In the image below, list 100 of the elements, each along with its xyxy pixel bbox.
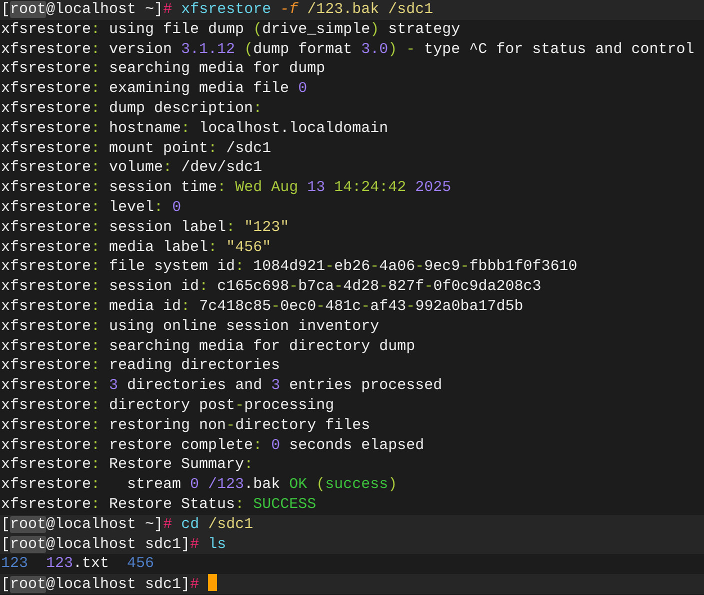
terminal-text: xfsrestore: [1, 338, 92, 355]
terminal-text: 3: [109, 377, 118, 394]
terminal-text: :: [226, 218, 236, 236]
terminal-text: [: [1, 516, 10, 533]
terminal-text: :: [91, 140, 100, 157]
terminal-text: xfsrestore: [1, 218, 92, 236]
terminal-text: :: [154, 198, 164, 216]
terminal-text: :: [91, 80, 100, 98]
terminal-text: xfsrestore: [181, 1, 272, 18]
terminal-text: -: [460, 258, 470, 276]
terminal-text: entries processed: [288, 377, 442, 394]
terminal-text: :: [181, 120, 190, 137]
terminal-text: xfsrestore: [1, 159, 92, 176]
terminal-text: xfsrestore: [1, 476, 92, 494]
terminal-text: :: [91, 436, 100, 454]
terminal-text: 0ec0: [280, 298, 316, 315]
terminal-text: :: [91, 258, 100, 276]
terminal-text: :: [235, 258, 244, 276]
terminal-text: :: [91, 318, 100, 335]
terminal-text: /sdc1: [225, 140, 272, 157]
terminal-text: -f: [279, 1, 298, 18]
terminal-text: -: [406, 298, 416, 315]
terminal-text: root: [10, 536, 46, 553]
terminal-text: -: [415, 258, 424, 276]
terminal-text: "123": [244, 218, 290, 236]
terminal-text: xfsrestore: [1, 258, 92, 276]
terminal-text: :: [91, 416, 100, 434]
terminal-text: 827f: [388, 278, 424, 296]
terminal-text: xfsrestore: [1, 238, 92, 256]
terminal-text: mount point: [108, 140, 208, 157]
terminal-text: processing: [244, 396, 334, 414]
terminal-text: 9ec9: [424, 258, 460, 276]
terminal-text: :: [91, 396, 100, 414]
terminal-text: searching media for directory dump: [108, 338, 416, 355]
terminal-text: xfsrestore: [1, 60, 92, 78]
terminal-text: "456": [226, 238, 272, 256]
terminal-text: xfsrestore: [1, 436, 92, 454]
terminal-text: session time: [108, 179, 218, 196]
terminal-text: :: [91, 20, 100, 38]
terminal-text: af43: [370, 298, 406, 315]
terminal-text: -: [370, 258, 380, 276]
terminal-text: searching media for dump: [108, 60, 326, 78]
terminal-text: b7ca: [298, 278, 334, 296]
terminal-text: volume: [108, 159, 164, 176]
terminal-text: media id: [108, 298, 182, 315]
terminal-text: 3.0: [361, 40, 388, 58]
terminal-text: 14:24:42: [333, 179, 408, 196]
terminal-text: level: [108, 198, 154, 216]
terminal-text: drive_simple: [262, 20, 370, 38]
terminal-text: (: [252, 20, 262, 38]
terminal-text: directory files: [235, 416, 370, 434]
terminal-text: :: [244, 456, 254, 474]
terminal-text: xfsrestore: [1, 377, 92, 394]
terminal-text: 456: [127, 555, 154, 572]
terminal-text: (: [315, 476, 326, 494]
terminal-text: xfsrestore: [1, 318, 92, 335]
terminal-text: /123.bak /sdc1: [306, 1, 434, 18]
terminal-text: 7c418c85: [198, 298, 272, 315]
terminal-text: -: [226, 416, 236, 434]
terminal-text: @localhost sdc1]: [46, 576, 190, 594]
terminal-text: -: [316, 298, 326, 315]
terminal-text: .bak: [244, 476, 282, 494]
terminal-text: reading directories: [108, 357, 280, 374]
terminal-text: -: [235, 396, 244, 414]
terminal-text: :: [91, 198, 100, 216]
terminal-text: -: [334, 278, 344, 296]
terminal-text: session id: [108, 278, 200, 296]
terminal-text: 0: [172, 198, 182, 216]
terminal-text: 1084d921: [252, 258, 326, 276]
terminal-text: 2025: [415, 179, 452, 196]
terminal-text: xfsrestore: [1, 40, 92, 58]
terminal-text: Restore Status: [108, 496, 236, 513]
terminal-text: ): [388, 476, 398, 494]
terminal-text: dump format: [253, 40, 354, 58]
terminal-text: : Wed Aug: [217, 179, 300, 196]
terminal-text: using file dump: [108, 20, 244, 38]
terminal-text: cd: [181, 516, 200, 533]
terminal-text: 4a06: [379, 258, 416, 276]
terminal-text: root: [10, 1, 46, 18]
terminal-text: xfsrestore: [1, 396, 92, 414]
terminal-text: :: [91, 238, 100, 256]
terminal-text: 0 /123: [190, 476, 244, 494]
terminal-text: media label: [108, 238, 208, 256]
terminal-text: :: [91, 377, 102, 394]
terminal-text: xfsrestore: [1, 80, 92, 98]
terminal-text: ): [370, 20, 380, 38]
terminal-text: eb26: [334, 258, 370, 276]
terminal-text: c165c698: [216, 278, 290, 296]
terminal-text: @localhost ~]: [46, 1, 164, 18]
terminal-text: strategy: [387, 20, 460, 38]
terminal-text: hostname: [108, 120, 182, 137]
terminal-text: :: [91, 40, 100, 58]
terminal-text: 0f0c9da208c3: [433, 278, 542, 296]
terminal-text: using online session inventory: [108, 318, 380, 335]
terminal-text: :: [163, 159, 172, 176]
terminal-text: directories and: [126, 377, 264, 394]
terminal-text: xfsrestore: [1, 416, 92, 434]
terminal-text: (: [243, 40, 254, 58]
terminal-text: [: [1, 1, 10, 18]
terminal-text: #: [190, 536, 200, 553]
